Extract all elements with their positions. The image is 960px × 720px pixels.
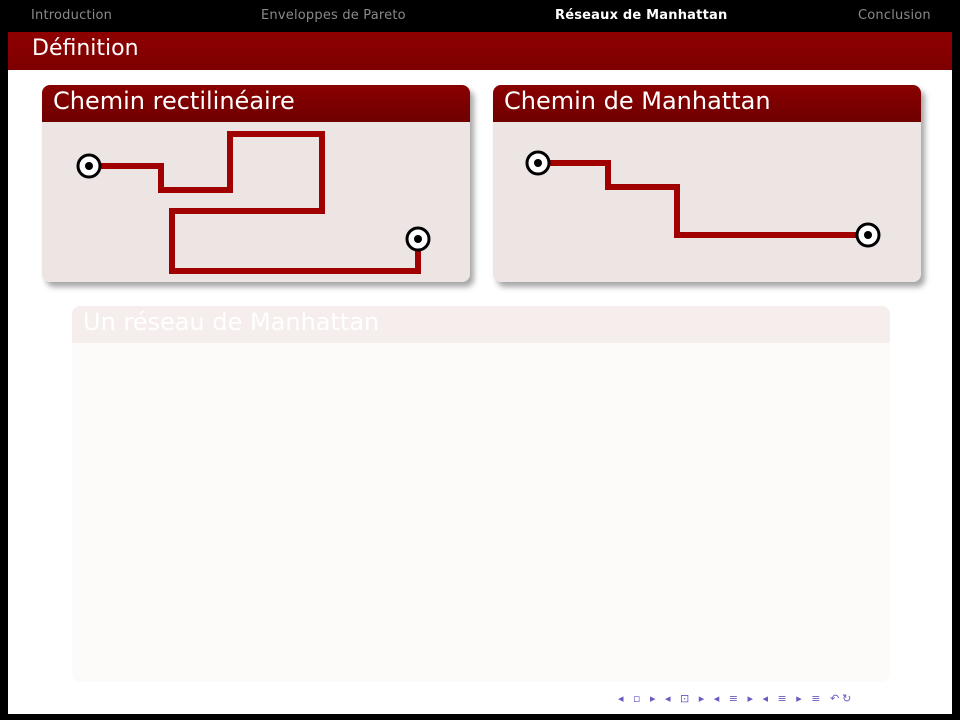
nav-manhattan[interactable]: Réseaux de Manhattan (555, 8, 727, 23)
block-rectilinear-title: Chemin rectilinéaire (42, 85, 470, 122)
rectilinear-path (89, 131, 421, 274)
block-rectilinear-body (42, 122, 470, 282)
start-point-marker (76, 153, 102, 179)
slide: Introduction Enveloppes de Pareto Réseau… (0, 0, 960, 720)
nav-pareto[interactable]: Enveloppes de Pareto (261, 8, 406, 23)
end-point-marker (405, 226, 431, 252)
block-network-body (72, 343, 890, 682)
frame-title: Définition (8, 32, 952, 70)
section-navbar: Introduction Enveloppes de Pareto Réseau… (0, 0, 960, 32)
manhattan-path-diagram (525, 150, 881, 248)
start-point-marker (525, 150, 551, 176)
end-point-marker (855, 222, 881, 248)
block-rectilinear: Chemin rectilinéaire (42, 85, 470, 282)
beamer-navigation-symbols[interactable]: ◂ ▫ ▸ ◂ ⊡ ▸ ◂ ≡ ▸ ◂ ≡ ▸ ≡ ↶↻ (618, 692, 854, 705)
rectilinear-path-diagram (76, 131, 431, 274)
block-network: Un réseau de Manhattan (72, 306, 890, 682)
block-manhattan-body (493, 122, 921, 282)
block-manhattan: Chemin de Manhattan (493, 85, 921, 282)
nav-introduction[interactable]: Introduction (31, 8, 112, 23)
slide-body: Chemin rectilinéaire Chemin de Manhattan… (8, 70, 952, 714)
manhattan-path (538, 160, 868, 238)
block-manhattan-title: Chemin de Manhattan (493, 85, 921, 122)
block-network-title: Un réseau de Manhattan (72, 306, 890, 343)
nav-conclusion[interactable]: Conclusion (858, 8, 931, 23)
